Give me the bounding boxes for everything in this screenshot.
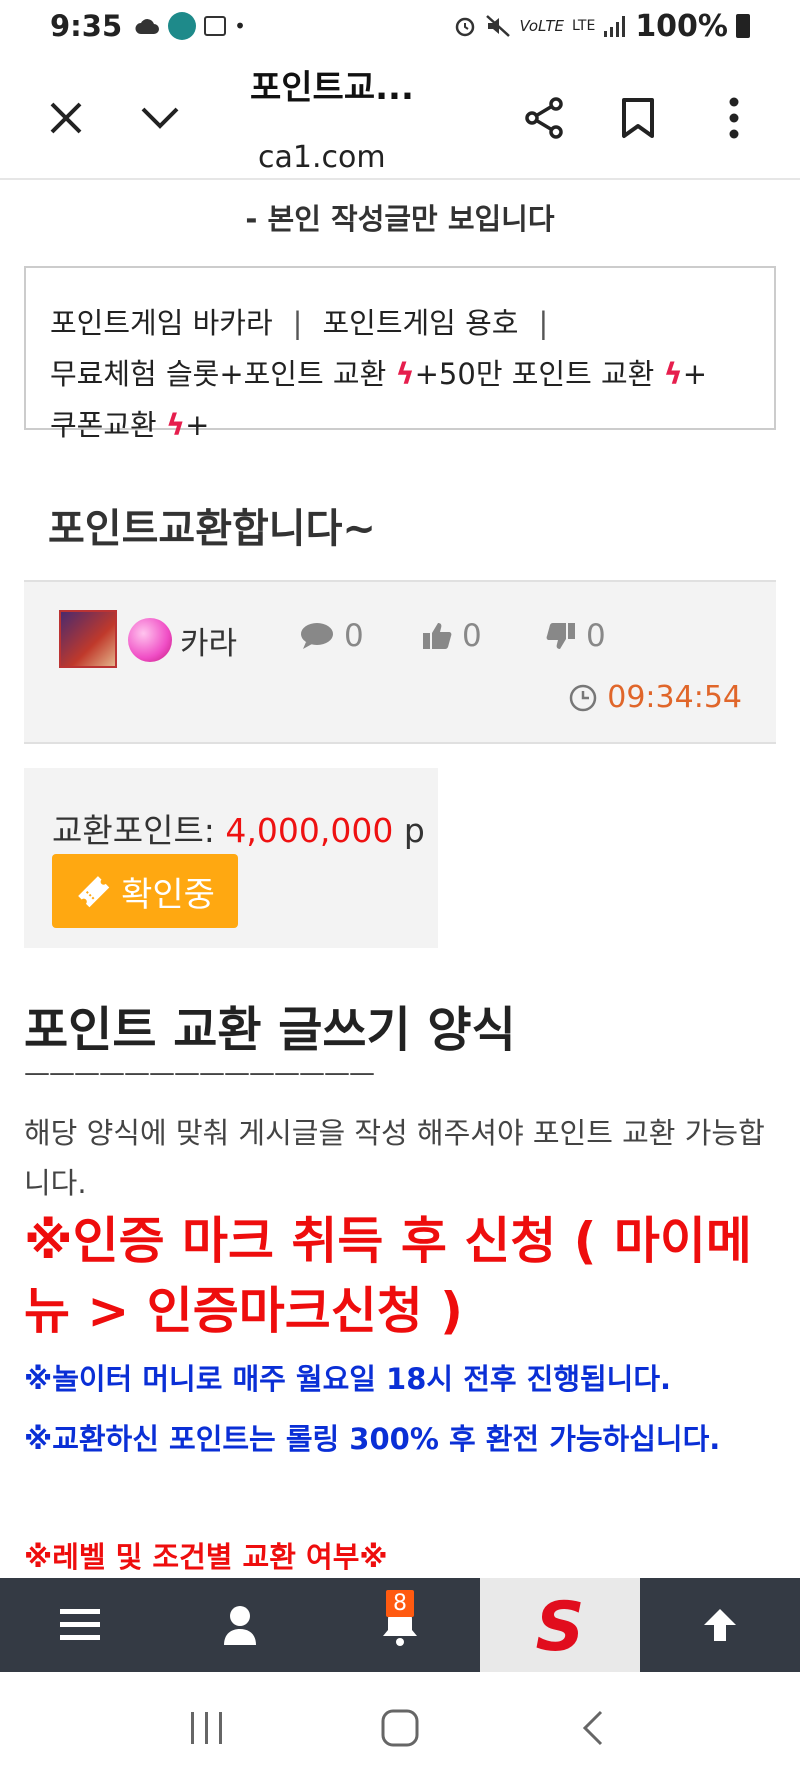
clock-icon bbox=[570, 684, 597, 711]
dislike-count[interactable]: 0 bbox=[546, 618, 606, 654]
status-time: 9:35 bbox=[50, 9, 123, 43]
post-time: 09:34:54 bbox=[569, 680, 742, 715]
exchange-unit: p bbox=[403, 811, 425, 850]
notification-badge: 8 bbox=[386, 1590, 414, 1617]
lightning-icon: ϟ bbox=[165, 408, 186, 442]
scroll-top-button[interactable] bbox=[640, 1578, 800, 1672]
author-name[interactable]: 카라 bbox=[180, 618, 237, 663]
comment-count: 0 bbox=[300, 618, 364, 654]
network-type-text: LTE bbox=[572, 18, 596, 34]
form-instructions: 해당 양식에 맞춰 게시글을 작성 해주셔야 포인트 교환 가능합니다. bbox=[24, 1116, 765, 1200]
category-separator: | bbox=[538, 306, 549, 340]
status-notification-icons: • bbox=[134, 12, 246, 40]
user-icon bbox=[224, 1606, 256, 1645]
lightning-icon: ϟ bbox=[395, 357, 415, 391]
status-right-icons: VoLTE LTE 100% bbox=[453, 9, 750, 44]
bookmark-icon bbox=[622, 98, 654, 138]
battery-percent: 100% bbox=[635, 8, 728, 44]
category-link-coupon-exchange[interactable]: 쿠폰교환 bbox=[50, 408, 157, 442]
exchange-label: 교환포인트: bbox=[52, 811, 215, 850]
plus-text: + bbox=[414, 357, 439, 391]
image-notification-icon bbox=[204, 16, 227, 36]
level-gem-icon bbox=[128, 618, 172, 662]
plus-text: + bbox=[682, 357, 708, 391]
system-navigation-bar bbox=[0, 1672, 800, 1784]
category-link-baccarat[interactable]: 포인트게임 바카라 bbox=[50, 306, 273, 340]
avatar[interactable] bbox=[59, 610, 117, 668]
category-link-point-exchange[interactable]: 포인트 교환 bbox=[244, 357, 387, 391]
battery-icon bbox=[736, 14, 750, 38]
menu-button[interactable] bbox=[0, 1578, 160, 1672]
alarm-icon bbox=[456, 17, 475, 37]
user-button[interactable] bbox=[160, 1578, 320, 1672]
more-notifications-dot-icon: • bbox=[234, 14, 246, 38]
site-logo-button[interactable]: S bbox=[480, 1578, 640, 1672]
hamburger-menu-icon bbox=[60, 1609, 100, 1640]
status-bar: 9:35 • VoLTE LTE 100% bbox=[0, 0, 800, 52]
share-button[interactable] bbox=[514, 88, 574, 148]
post-title: 포인트교환합니다~ bbox=[48, 506, 376, 552]
category-link-500k-exchange[interactable]: 50만 포인트 교환 bbox=[439, 357, 654, 391]
category-link-dragon-tiger[interactable]: 포인트게임 용호 bbox=[322, 306, 518, 340]
signal-icon bbox=[604, 16, 626, 37]
mute-icon bbox=[486, 15, 511, 37]
exchange-points-row: 교환포인트: 4,000,000 p bbox=[52, 804, 425, 852]
browser-toolbar: 포인트교... ca1.com bbox=[0, 52, 800, 180]
status-label: 확인중 bbox=[121, 874, 215, 915]
like-count[interactable]: 0 bbox=[422, 618, 482, 654]
close-button[interactable] bbox=[36, 88, 96, 148]
ticket-icon bbox=[78, 876, 110, 908]
divider-text: —————————————— bbox=[24, 1058, 375, 1088]
chevron-down-icon bbox=[141, 107, 179, 129]
page-url[interactable]: ca1.com bbox=[258, 140, 386, 175]
thumbs-up-icon bbox=[423, 623, 452, 649]
back-icon[interactable] bbox=[573, 1708, 613, 1748]
comment-icon bbox=[301, 623, 333, 649]
certification-notice: ※인증 마크 취득 후 신청 ( 마이메뉴 > 인증마크신청 ) bbox=[24, 1212, 752, 1340]
category-separator: | bbox=[292, 306, 303, 340]
recent-apps-icon[interactable] bbox=[187, 1708, 227, 1748]
site-logo-icon: S bbox=[536, 1592, 585, 1658]
category-link-free-slot[interactable]: 무료체험 슬롯 bbox=[50, 357, 219, 391]
close-icon bbox=[50, 102, 82, 134]
level-condition-heading: ※레벨 및 조건별 교환 여부※ bbox=[24, 1540, 388, 1574]
notifications-button[interactable]: 8 bbox=[320, 1578, 480, 1672]
thumbs-down-icon bbox=[546, 623, 575, 649]
rolling-notice: ※교환하신 포인트는 롤링 300% 후 환전 가능하십니다. bbox=[24, 1422, 721, 1456]
category-links: 포인트게임 바카라 | 포인트게임 용호 | 무료체험 슬롯+포인트 교환 ϟ+50만… bbox=[50, 298, 770, 451]
logo-letter: S bbox=[536, 1592, 585, 1658]
page-title: 포인트교... bbox=[250, 68, 414, 108]
home-icon[interactable] bbox=[380, 1708, 420, 1748]
more-vertical-icon bbox=[729, 97, 739, 139]
share-icon bbox=[525, 97, 563, 139]
arrow-up-icon bbox=[704, 1609, 736, 1641]
bottom-navigation: 8 S bbox=[0, 1578, 800, 1672]
volte-icon: VoLTE bbox=[519, 17, 565, 35]
collapse-button[interactable] bbox=[130, 88, 190, 148]
schedule-notice: ※놀이터 머니로 매주 월요일 18시 전후 진행됩니다. bbox=[24, 1362, 672, 1396]
cloud-icon bbox=[135, 19, 160, 34]
plus-text: + bbox=[219, 357, 244, 391]
lightning-icon: ϟ bbox=[663, 357, 683, 391]
exchange-value: 4,000,000 bbox=[225, 811, 394, 850]
plus-text: + bbox=[185, 408, 210, 442]
own-posts-notice: - 본인 작성글만 보입니다 bbox=[245, 202, 555, 236]
app-notification-icon bbox=[168, 12, 197, 40]
post-meta: 카라 0 0 0 09:34:54 bbox=[24, 580, 776, 744]
form-heading: 포인트 교환 글쓰기 양식 bbox=[24, 1002, 516, 1058]
status-button[interactable]: 확인중 bbox=[52, 854, 238, 928]
bookmark-button[interactable] bbox=[608, 88, 668, 148]
more-options-button[interactable] bbox=[704, 88, 764, 148]
exchange-box: 교환포인트: 4,000,000 p 확인중 bbox=[24, 768, 438, 948]
